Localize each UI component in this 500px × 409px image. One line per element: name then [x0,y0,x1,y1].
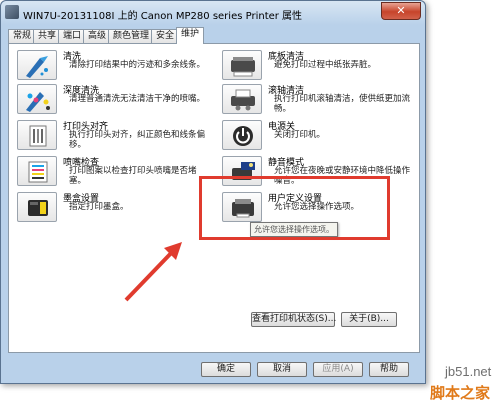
ink-cartridge-desc: 指定打印墨盒。 [69,202,129,212]
view-printer-status-button[interactable]: 查看打印机状态(S)... [251,312,336,327]
printer-app-icon [5,5,19,19]
title-bar: WIN7U-20131108I 上的 Canon MP280 series Pr… [1,1,425,25]
maintenance-item-bottom-plate-cleaning[interactable]: 底板清洁 避免打印过程中纸张弄脏。 [222,50,412,80]
maintenance-item-roller-cleaning[interactable]: 滚轴清洁 执行打印机滚轴清洁，使供纸更加流畅。 [222,84,412,114]
maintenance-item-deep-cleaning[interactable]: 深度清洗 清理普通清洗无法清洁干净的喷嘴。 [17,84,207,114]
deep-cleaning-desc: 清理普通清洗无法清洁干净的喷嘴。 [69,94,206,104]
nozzle-check-icon [28,161,48,183]
power-off-button[interactable] [222,120,262,150]
maintenance-item-alignment[interactable]: 打印头对齐 执行打印头对齐，纠正颜色和线条偏移。 [17,120,207,150]
bottom-plate-cleaning-desc: 避免打印过程中纸张弄脏。 [274,60,377,70]
bottom-plate-cleaning-button[interactable] [222,50,262,80]
close-button[interactable]: ✕ [381,2,421,20]
roller-cleaning-icon [231,89,255,111]
annotation-arrow-icon [124,242,182,302]
nozzle-cleaning-icon [26,56,48,78]
tab-maintenance[interactable]: 维护 [176,27,205,44]
roller-cleaning-desc: 执行打印机滚轴清洁，使供纸更加流畅。 [274,94,411,114]
cleaning-desc: 清除打印结果中的污迹和多余线条。 [69,60,206,70]
power-icon [233,126,253,146]
tab-general[interactable]: 常规 [8,29,37,43]
maintenance-item-nozzle-check[interactable]: 喷嘴检查 打印图案以检查打印头喷嘴是否堵塞。 [17,156,207,186]
nozzle-check-desc: 打印图案以检查打印头喷嘴是否堵塞。 [69,166,197,186]
about-button[interactable]: 关于(B)... [341,312,397,327]
alignment-desc: 执行打印头对齐，纠正颜色和线条偏移。 [69,130,206,150]
power-off-desc: 关闭打印机。 [274,130,326,140]
tab-sharing[interactable]: 共享 [33,29,62,43]
tab-color-management[interactable]: 颜色管理 [108,29,155,43]
maintenance-item-ink-cartridge[interactable]: 墨盒设置 指定打印墨盒。 [17,192,207,222]
watermark-site: jb51.net [445,364,492,379]
ok-button[interactable]: 确定 [201,362,251,377]
alignment-icon [29,125,47,147]
annotation-highlight-box [199,176,390,240]
maintenance-item-cleaning[interactable]: 清洗 清除打印结果中的污迹和多余线条。 [17,50,207,80]
roller-cleaning-button[interactable] [222,84,262,114]
alignment-button[interactable] [17,120,57,150]
deep-cleaning-button[interactable] [17,84,57,114]
watermark-brand: 脚本之家 [430,384,491,402]
ink-cartridge-icon [28,200,48,216]
ink-cartridge-button[interactable] [17,192,57,222]
cancel-button[interactable]: 取消 [257,362,307,377]
tab-advanced[interactable]: 高级 [83,29,112,43]
window-title: WIN7U-20131108I 上的 Canon MP280 series Pr… [23,11,303,22]
deep-cleaning-icon [26,92,50,112]
maintenance-item-power-off[interactable]: 电源关 关闭打印机。 [222,120,412,150]
cleaning-button[interactable] [17,50,57,80]
bottom-plate-cleaning-icon [231,57,255,77]
apply-button[interactable]: 应用(A) [313,362,363,377]
nozzle-check-button[interactable] [17,156,57,186]
tab-ports[interactable]: 端口 [58,29,87,43]
help-button[interactable]: 帮助 [369,362,409,377]
tab-security[interactable]: 安全 [151,29,180,43]
